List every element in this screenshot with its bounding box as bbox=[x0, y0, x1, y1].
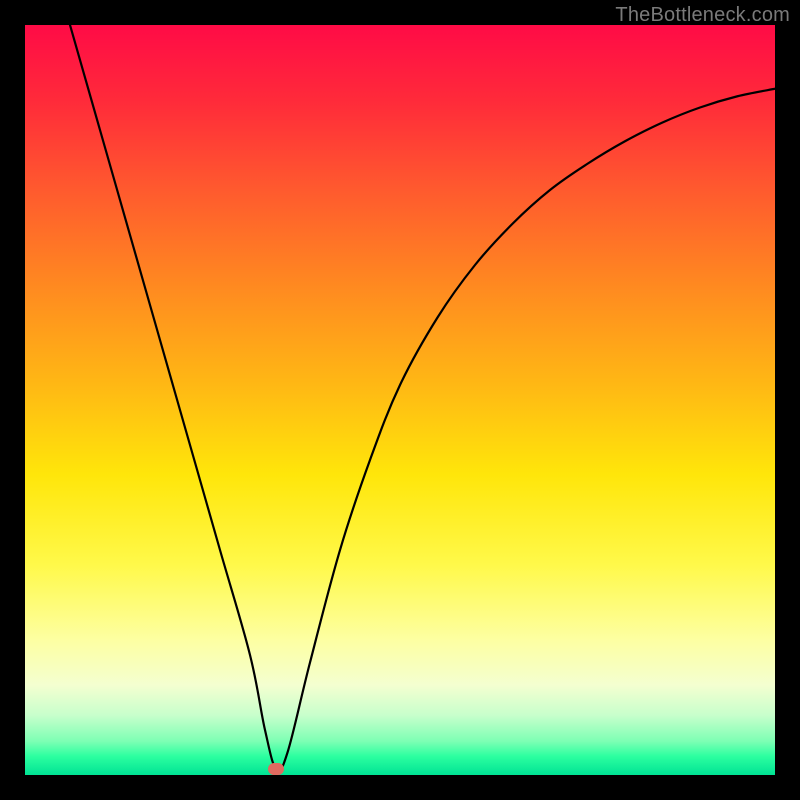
optimal-point-marker bbox=[268, 763, 284, 775]
chart-frame: TheBottleneck.com bbox=[0, 0, 800, 800]
bottleneck-curve bbox=[25, 25, 775, 775]
plot-area bbox=[25, 25, 775, 775]
watermark-text: TheBottleneck.com bbox=[615, 4, 790, 27]
